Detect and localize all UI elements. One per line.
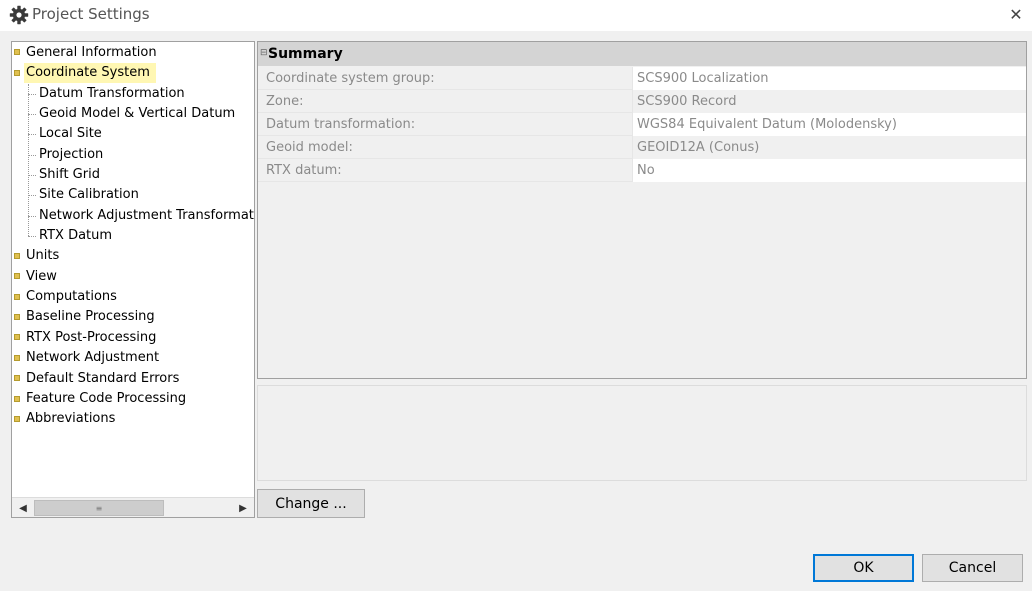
property-row[interactable]: Zone: SCS900 Record (258, 90, 1026, 113)
tree-item-site-calibration[interactable]: Site Calibration (39, 185, 139, 205)
property-row[interactable]: Geoid model: GEOID12A (Conus) (258, 136, 1026, 159)
tree-bullet-icon (14, 70, 20, 76)
property-row[interactable]: RTX datum: No (258, 159, 1026, 182)
tree-item-default-standard-errors[interactable]: Default Standard Errors (26, 369, 179, 389)
tree-connector (28, 84, 29, 236)
arrow-left-icon: ◀ (19, 502, 27, 514)
tree-item-units[interactable]: Units (26, 246, 59, 266)
property-row[interactable]: Coordinate system group: SCS900 Localiza… (258, 67, 1026, 90)
tree-item-local-site[interactable]: Local Site (39, 124, 102, 144)
tree-item-view[interactable]: View (26, 267, 57, 287)
scroll-left-button[interactable]: ◀ (12, 498, 34, 517)
summary-property-grid: ⊟ Summary Coordinate system group: SCS90… (257, 41, 1027, 379)
tree-connector (28, 134, 36, 135)
tree-bullet-icon (14, 334, 20, 340)
property-value: SCS900 Record (632, 90, 1026, 113)
arrow-right-icon: ▶ (239, 502, 247, 514)
tree-bullet-icon (14, 49, 20, 55)
tree-connector (28, 114, 36, 115)
close-icon: ✕ (1009, 4, 1023, 24)
collapse-icon[interactable]: ⊟ (260, 48, 268, 58)
tree-connector (28, 236, 36, 237)
summary-header[interactable]: ⊟ Summary (258, 42, 1026, 66)
scroll-right-button[interactable]: ▶ (232, 498, 254, 517)
tree-item-projection[interactable]: Projection (39, 145, 103, 165)
property-label: Geoid model: (266, 140, 353, 155)
description-panel (257, 385, 1027, 481)
tree-bullet-icon (14, 396, 20, 402)
tree-bullet-icon (14, 416, 20, 422)
tree-item-abbreviations[interactable]: Abbreviations (26, 409, 115, 429)
tree-connector (28, 216, 36, 217)
tree-item-general-information[interactable]: General Information (26, 43, 157, 63)
tree-bullet-icon (14, 253, 20, 259)
ok-button[interactable]: OK (813, 554, 914, 582)
tree-item-baseline-processing[interactable]: Baseline Processing (26, 307, 155, 327)
property-row[interactable]: Datum transformation: WGS84 Equivalent D… (258, 113, 1026, 136)
tree-bullet-icon (14, 294, 20, 300)
tree-item-geoid-model[interactable]: Geoid Model & Vertical Datum (39, 104, 235, 124)
grip-icon: ≡ (95, 503, 103, 513)
title-bar: Project Settings ✕ (0, 0, 1032, 31)
close-button[interactable]: ✕ (1000, 0, 1032, 28)
tree-connector (28, 155, 36, 156)
property-value: WGS84 Equivalent Datum (Molodensky) (632, 113, 1026, 136)
tree-item-datum-transformation[interactable]: Datum Transformation (39, 84, 185, 104)
property-value: GEOID12A (Conus) (632, 136, 1026, 159)
property-label: Zone: (266, 94, 304, 109)
tree-item-coordinate-system[interactable]: Coordinate System (24, 63, 156, 83)
property-label: Datum transformation: (266, 117, 416, 132)
property-label: RTX datum: (266, 163, 342, 178)
gear-icon (9, 5, 29, 25)
tree-connector (28, 94, 36, 95)
tree-item-network-adjustment[interactable]: Network Adjustment (26, 348, 159, 368)
tree-item-network-adjustment-transformation[interactable]: Network Adjustment Transformati (39, 206, 254, 226)
tree-bullet-icon (14, 355, 20, 361)
property-value: No (632, 159, 1026, 182)
tree-item-shift-grid[interactable]: Shift Grid (39, 165, 100, 185)
tree-bullet-icon (14, 314, 20, 320)
tree-item-rtx-post-processing[interactable]: RTX Post-Processing (26, 328, 156, 348)
tree-connector (28, 175, 36, 176)
tree-item-rtx-datum[interactable]: RTX Datum (39, 226, 112, 246)
summary-title: Summary (268, 46, 343, 62)
tree-item-computations[interactable]: Computations (26, 287, 117, 307)
tree-bullet-icon (14, 273, 20, 279)
tree-item-feature-code-processing[interactable]: Feature Code Processing (26, 389, 186, 409)
window-title: Project Settings (32, 5, 150, 23)
cancel-button[interactable]: Cancel (922, 554, 1023, 582)
property-label: Coordinate system group: (266, 71, 435, 86)
property-value: SCS900 Localization (632, 67, 1026, 90)
tree-connector (28, 195, 36, 196)
horizontal-scrollbar[interactable]: ◀ ≡ ▶ (12, 497, 254, 517)
settings-tree: General Information Coordinate System Da… (11, 41, 255, 518)
scrollbar-thumb[interactable]: ≡ (34, 500, 164, 516)
change-button[interactable]: Change ... (257, 489, 365, 518)
tree-bullet-icon (14, 375, 20, 381)
tree-content: General Information Coordinate System Da… (12, 42, 254, 497)
